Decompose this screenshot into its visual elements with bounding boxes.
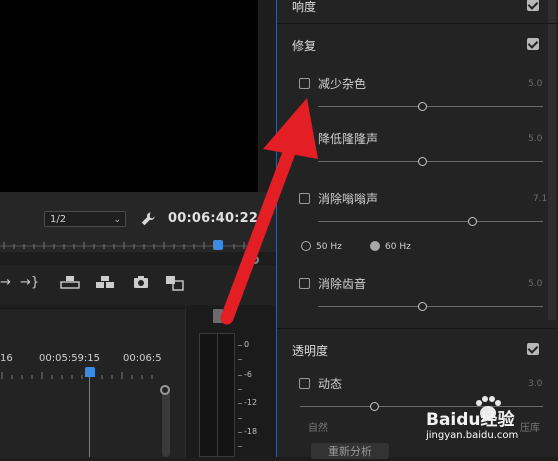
meter-tick <box>238 446 242 447</box>
dehum-value: 7.1 <box>533 194 548 204</box>
resolution-select[interactable]: 1/2 ⌄ <box>44 211 126 227</box>
watermark-brand: Baidu经验 <box>426 410 515 430</box>
reduce-rumble-slider-handle[interactable] <box>418 157 427 166</box>
chevron-down-icon: ⌄ <box>113 215 121 225</box>
clarity-section-title: 透明度 <box>292 344 329 358</box>
reduce-rumble-checkbox[interactable] <box>299 133 310 144</box>
meter-db-label: -18 <box>244 427 258 436</box>
step-back-icon[interactable]: → <box>0 275 11 290</box>
reduce-rumble-value: 5.0 <box>528 134 543 144</box>
camera-icon[interactable] <box>133 275 149 293</box>
reduce-rumble-slider-track[interactable] <box>318 161 543 162</box>
timeline-playhead[interactable] <box>85 367 95 377</box>
section-divider <box>277 23 558 24</box>
timeline-panel <box>0 308 185 458</box>
timeline-time-label: 00:05:59:15 <box>39 353 101 364</box>
meter-tick <box>238 375 242 376</box>
dehum-slider-track[interactable] <box>318 221 543 222</box>
deess-value: 5.0 <box>528 279 543 289</box>
meter-tick <box>238 359 242 360</box>
dynamics-slider-handle[interactable] <box>370 402 379 411</box>
playhead-timecode[interactable]: 00:06:40:22 <box>168 211 258 226</box>
reduce-rumble-label: 降低隆隆声 <box>318 132 379 146</box>
section-divider <box>277 328 558 329</box>
extract-icon[interactable] <box>95 275 115 293</box>
deess-checkbox[interactable] <box>299 278 310 289</box>
resolution-value: 1/2 <box>50 214 67 225</box>
reduce-noise-slider-handle[interactable] <box>418 102 427 111</box>
timeline-vertical-scrollbar[interactable] <box>162 385 170 457</box>
meter-tick <box>238 403 242 404</box>
clarity-checkbox[interactable] <box>527 343 539 355</box>
meter-db-label: -6 <box>244 370 252 379</box>
hz50-radio[interactable] <box>301 241 311 251</box>
hz60-radio[interactable] <box>370 241 380 251</box>
repair-checkbox[interactable] <box>527 38 539 50</box>
compare-view-icon[interactable] <box>165 275 185 295</box>
loudness-section-title: 响度 <box>292 0 317 14</box>
meter-tick <box>238 418 242 419</box>
reduce-noise-checkbox[interactable] <box>299 78 310 89</box>
lift-icon[interactable] <box>60 275 80 293</box>
timeline-scroll-handle[interactable] <box>160 385 170 395</box>
timeline-ruler[interactable] <box>0 370 160 380</box>
meter-tick <box>238 345 242 346</box>
timeline-playhead-line <box>89 377 90 457</box>
dynamics-label: 动态 <box>318 377 343 391</box>
meter-peak-indicator <box>213 309 223 323</box>
watermark-url: jingyan.baidu.com <box>426 430 519 441</box>
timeline-time-label: 00:06:5 <box>123 353 162 364</box>
dynamics-left-label: 自然 <box>308 423 328 434</box>
dehum-slider-handle[interactable] <box>468 217 477 226</box>
hz60-label: 60 Hz <box>385 242 411 252</box>
reduce-noise-label: 减少杂色 <box>318 77 367 91</box>
dynamics-checkbox[interactable] <box>299 378 310 389</box>
meter-tick <box>238 432 242 433</box>
dehum-label: 消除嗡嗡声 <box>318 192 379 206</box>
deess-slider-handle[interactable] <box>418 302 427 311</box>
deess-label: 消除齿音 <box>318 277 367 291</box>
reduce-noise-value: 5.0 <box>528 79 543 89</box>
meter-db-label: 0 <box>244 340 250 349</box>
audio-meter-bars <box>199 333 235 457</box>
wrench-icon[interactable] <box>140 211 156 231</box>
deess-slider-track[interactable] <box>318 306 543 307</box>
reduce-noise-slider-track[interactable] <box>318 106 543 107</box>
program-monitor-viewer <box>0 0 258 192</box>
monitor-playhead-marker[interactable] <box>213 240 223 250</box>
loudness-checkbox[interactable] <box>527 0 539 11</box>
timeline-time-label: 16 <box>0 353 13 364</box>
go-to-out-icon[interactable]: →} <box>20 275 39 290</box>
meter-db-label: -12 <box>244 398 258 407</box>
repair-section-title: 修复 <box>292 39 317 53</box>
zoom-scroll-handle[interactable] <box>251 256 259 264</box>
panel-scrollbar[interactable] <box>548 0 556 320</box>
meter-tick <box>238 389 242 390</box>
dehum-checkbox[interactable] <box>299 193 310 204</box>
hz50-label: 50 Hz <box>316 242 342 252</box>
